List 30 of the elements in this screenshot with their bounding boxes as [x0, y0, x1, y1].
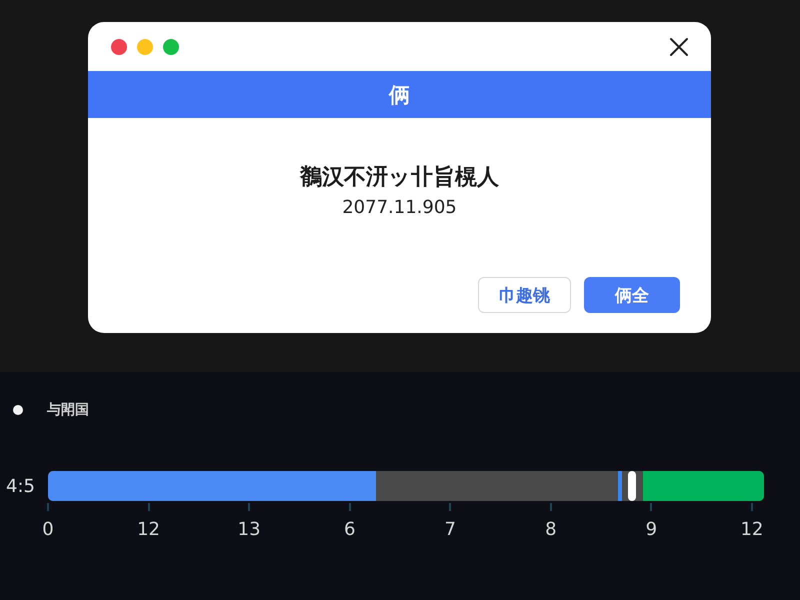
- tick-mark: [650, 503, 652, 511]
- tick-mark: [750, 503, 753, 511]
- row-label: 4:5: [5, 476, 36, 496]
- secondary-button[interactable]: 巾趣铫: [478, 277, 571, 313]
- close-dot-icon[interactable]: [111, 38, 127, 54]
- tick-mark: [47, 503, 49, 511]
- tick-mark: [449, 503, 452, 511]
- timeline-track[interactable]: [48, 471, 764, 501]
- tick-mark: [248, 503, 250, 511]
- tick-label: 7: [444, 519, 456, 541]
- dialog-title: 俩: [389, 82, 410, 108]
- tick-label: 0: [42, 519, 54, 541]
- tick-label: 12: [137, 519, 160, 541]
- tick-mark: [148, 503, 150, 511]
- confirm-button[interactable]: 俩全: [584, 277, 680, 313]
- minimize-dot-icon[interactable]: [137, 38, 153, 54]
- dialog-message: 鶺汉不汧ッ卝旨榥人: [300, 164, 499, 192]
- legend-label: 与閗国: [47, 401, 89, 419]
- tick-label: 6: [344, 519, 356, 541]
- legend-dot-icon: [13, 405, 23, 415]
- date-text: 2077.11.905: [342, 196, 457, 220]
- timeline-handle[interactable]: [628, 471, 636, 501]
- tick-label: 12: [740, 519, 764, 541]
- tick-mark: [550, 503, 552, 511]
- tick-mark: [348, 503, 351, 511]
- tick-label: 8: [545, 519, 557, 541]
- tick-label: 9: [646, 519, 658, 541]
- tick-label: 13: [238, 519, 261, 541]
- zoom-dot-icon[interactable]: [163, 38, 179, 54]
- close-icon[interactable]: [668, 36, 690, 58]
